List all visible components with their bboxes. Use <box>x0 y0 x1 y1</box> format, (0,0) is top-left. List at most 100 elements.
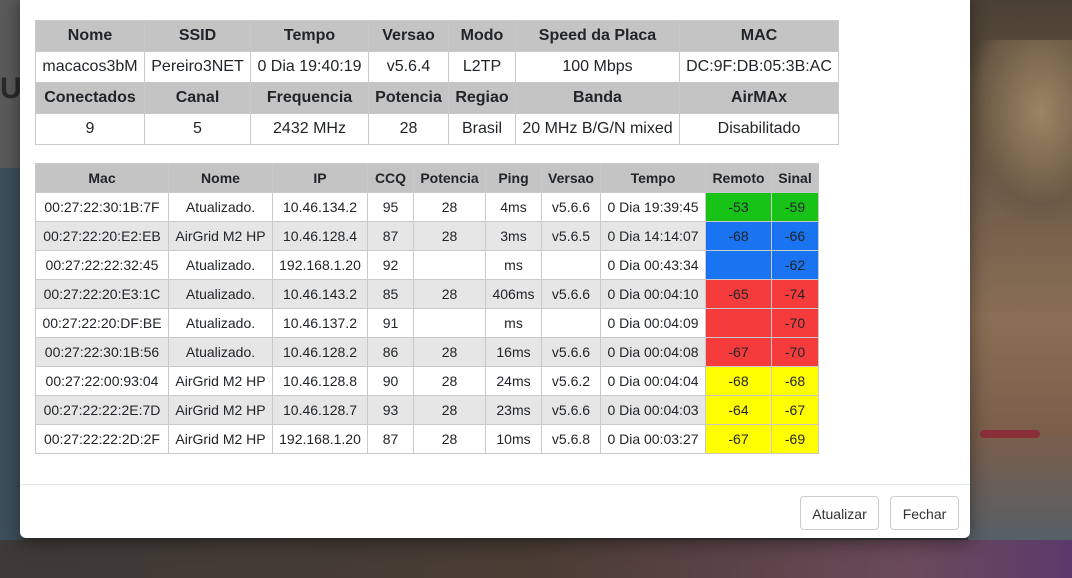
cell-mac: 00:27:22:00:93:04 <box>35 366 169 396</box>
cell-remoto: -68 <box>705 366 772 396</box>
cell-tempo: 0 Dia 00:04:03 <box>600 395 706 425</box>
info-header: MAC <box>679 20 839 52</box>
cell-ip: 10.46.128.2 <box>272 337 368 367</box>
cell-potencia <box>413 250 486 280</box>
clients-table-body: 00:27:22:30:1B:7F Atualizado. 10.46.134.2 9… <box>35 192 819 454</box>
table-row: 00:27:22:30:1B:7F Atualizado. 10.46.134.2 9… <box>35 192 819 222</box>
cell-nome: AirGrid M2 HP <box>168 366 273 396</box>
cell-mac: 00:27:22:20:E3:1C <box>35 279 169 309</box>
info-header-row-1: Nome SSID Tempo Versao Modo Speed da Pla… <box>35 20 839 52</box>
cell-potencia <box>413 308 486 338</box>
cell-mac: 00:27:22:30:1B:7F <box>35 192 169 222</box>
table-row: 00:27:22:22:2E:7D AirGrid M2 HP 10.46.128.… <box>35 395 819 425</box>
info-value-tempo: 0 Dia 19:40:19 <box>250 51 369 83</box>
background-photo-detail <box>980 430 1040 438</box>
cell-ping: 16ms <box>485 337 542 367</box>
table-row: 00:27:22:20:DF:BE Atualizado. 10.46.137.2 9… <box>35 308 819 338</box>
table-row: 00:27:22:22:2D:2F AirGrid M2 HP 192.168.1.… <box>35 424 819 454</box>
info-value-speed: 100 Mbps <box>515 51 680 83</box>
cell-potencia: 28 <box>413 192 486 222</box>
info-header: Frequencia <box>250 82 369 114</box>
cell-tempo: 0 Dia 00:04:08 <box>600 337 706 367</box>
cell-versao: v5.6.2 <box>541 366 601 396</box>
cell-versao: v5.6.6 <box>541 337 601 367</box>
info-value-modo: L2TP <box>448 51 516 83</box>
cell-sinal: -67 <box>771 395 819 425</box>
cell-tempo: 0 Dia 00:04:09 <box>600 308 706 338</box>
cell-tempo: 0 Dia 00:04:04 <box>600 366 706 396</box>
info-header: Potencia <box>368 82 449 114</box>
update-button[interactable]: Atualizar <box>800 496 879 530</box>
cell-remoto: -53 <box>705 192 772 222</box>
info-header: Regiao <box>448 82 516 114</box>
cell-mac: 00:27:22:30:1B:56 <box>35 337 169 367</box>
cell-nome: Atualizado. <box>168 279 273 309</box>
info-value-regiao: Brasil <box>448 113 516 145</box>
cell-ip: 10.46.134.2 <box>272 192 368 222</box>
cell-sinal: -59 <box>771 192 819 222</box>
info-value-ssid: Pereiro3NET <box>144 51 251 83</box>
cell-versao: v5.6.5 <box>541 221 601 251</box>
cell-nome: AirGrid M2 HP <box>168 424 273 454</box>
table-row: 00:27:22:20:E2:EB AirGrid M2 HP 10.46.128.… <box>35 221 819 251</box>
cell-remoto <box>705 250 772 280</box>
column-header-ping: Ping <box>485 163 542 193</box>
cell-ip: 10.46.128.4 <box>272 221 368 251</box>
background-photo-bottom <box>0 540 1072 578</box>
cell-remoto: -67 <box>705 424 772 454</box>
info-header: Nome <box>35 20 145 52</box>
cell-sinal: -69 <box>771 424 819 454</box>
column-header-sinal: Sinal <box>771 163 819 193</box>
column-header-ip: IP <box>272 163 368 193</box>
cell-ping: 406ms <box>485 279 542 309</box>
cell-versao: v5.6.6 <box>541 279 601 309</box>
info-header: SSID <box>144 20 251 52</box>
cell-ip: 10.46.128.8 <box>272 366 368 396</box>
column-header-ccq: CCQ <box>367 163 414 193</box>
cell-ip: 192.168.1.20 <box>272 250 368 280</box>
info-header: Tempo <box>250 20 369 52</box>
info-value-row-2: 9 5 2432 MHz 28 Brasil 20 MHz B/G/N mixe… <box>35 113 839 145</box>
cell-potencia: 28 <box>413 221 486 251</box>
info-value-canal: 5 <box>144 113 251 145</box>
cell-remoto <box>705 308 772 338</box>
cell-tempo: 0 Dia 14:14:07 <box>600 221 706 251</box>
cell-ping: 4ms <box>485 192 542 222</box>
info-header: Canal <box>144 82 251 114</box>
cell-ccq: 87 <box>367 221 414 251</box>
clients-header-row: Mac Nome IP CCQ Potencia Ping Versao Tem… <box>35 163 819 193</box>
info-header: Conectados <box>35 82 145 114</box>
cell-ping: ms <box>485 308 542 338</box>
cell-ping: 23ms <box>485 395 542 425</box>
info-value-airmax: Disabilitado <box>679 113 839 145</box>
cell-potencia: 28 <box>413 395 486 425</box>
background-heading-fragment: U <box>0 72 22 105</box>
cell-ping: 10ms <box>485 424 542 454</box>
cell-ip: 10.46.128.7 <box>272 395 368 425</box>
cell-ping: ms <box>485 250 542 280</box>
info-value-frequencia: 2432 MHz <box>250 113 369 145</box>
close-button[interactable]: Fechar <box>890 496 959 530</box>
cell-versao <box>541 308 601 338</box>
cell-ccq: 86 <box>367 337 414 367</box>
table-row: 00:27:22:22:32:45 Atualizado. 192.168.1.20… <box>35 250 819 280</box>
background-photo-hat <box>968 40 1072 220</box>
table-row: 00:27:22:00:93:04 AirGrid M2 HP 10.46.128.… <box>35 366 819 396</box>
info-header: Versao <box>368 20 449 52</box>
cell-ip: 10.46.137.2 <box>272 308 368 338</box>
modal-body: Nome SSID Tempo Versao Modo Speed da Pla… <box>35 20 839 454</box>
info-value-row-1: macacos3bM Pereiro3NET 0 Dia 19:40:19 v5… <box>35 51 839 83</box>
cell-nome: AirGrid M2 HP <box>168 221 273 251</box>
cell-potencia: 28 <box>413 366 486 396</box>
info-header: AirMAx <box>679 82 839 114</box>
column-header-tempo: Tempo <box>600 163 706 193</box>
cell-mac: 00:27:22:20:E2:EB <box>35 221 169 251</box>
cell-ccq: 93 <box>367 395 414 425</box>
cell-nome: Atualizado. <box>168 308 273 338</box>
cell-nome: AirGrid M2 HP <box>168 395 273 425</box>
clients-table: Mac Nome IP CCQ Potencia Ping Versao Tem… <box>35 163 819 454</box>
cell-remoto: -68 <box>705 221 772 251</box>
info-header: Speed da Placa <box>515 20 680 52</box>
cell-ccq: 91 <box>367 308 414 338</box>
column-header-nome: Nome <box>168 163 273 193</box>
